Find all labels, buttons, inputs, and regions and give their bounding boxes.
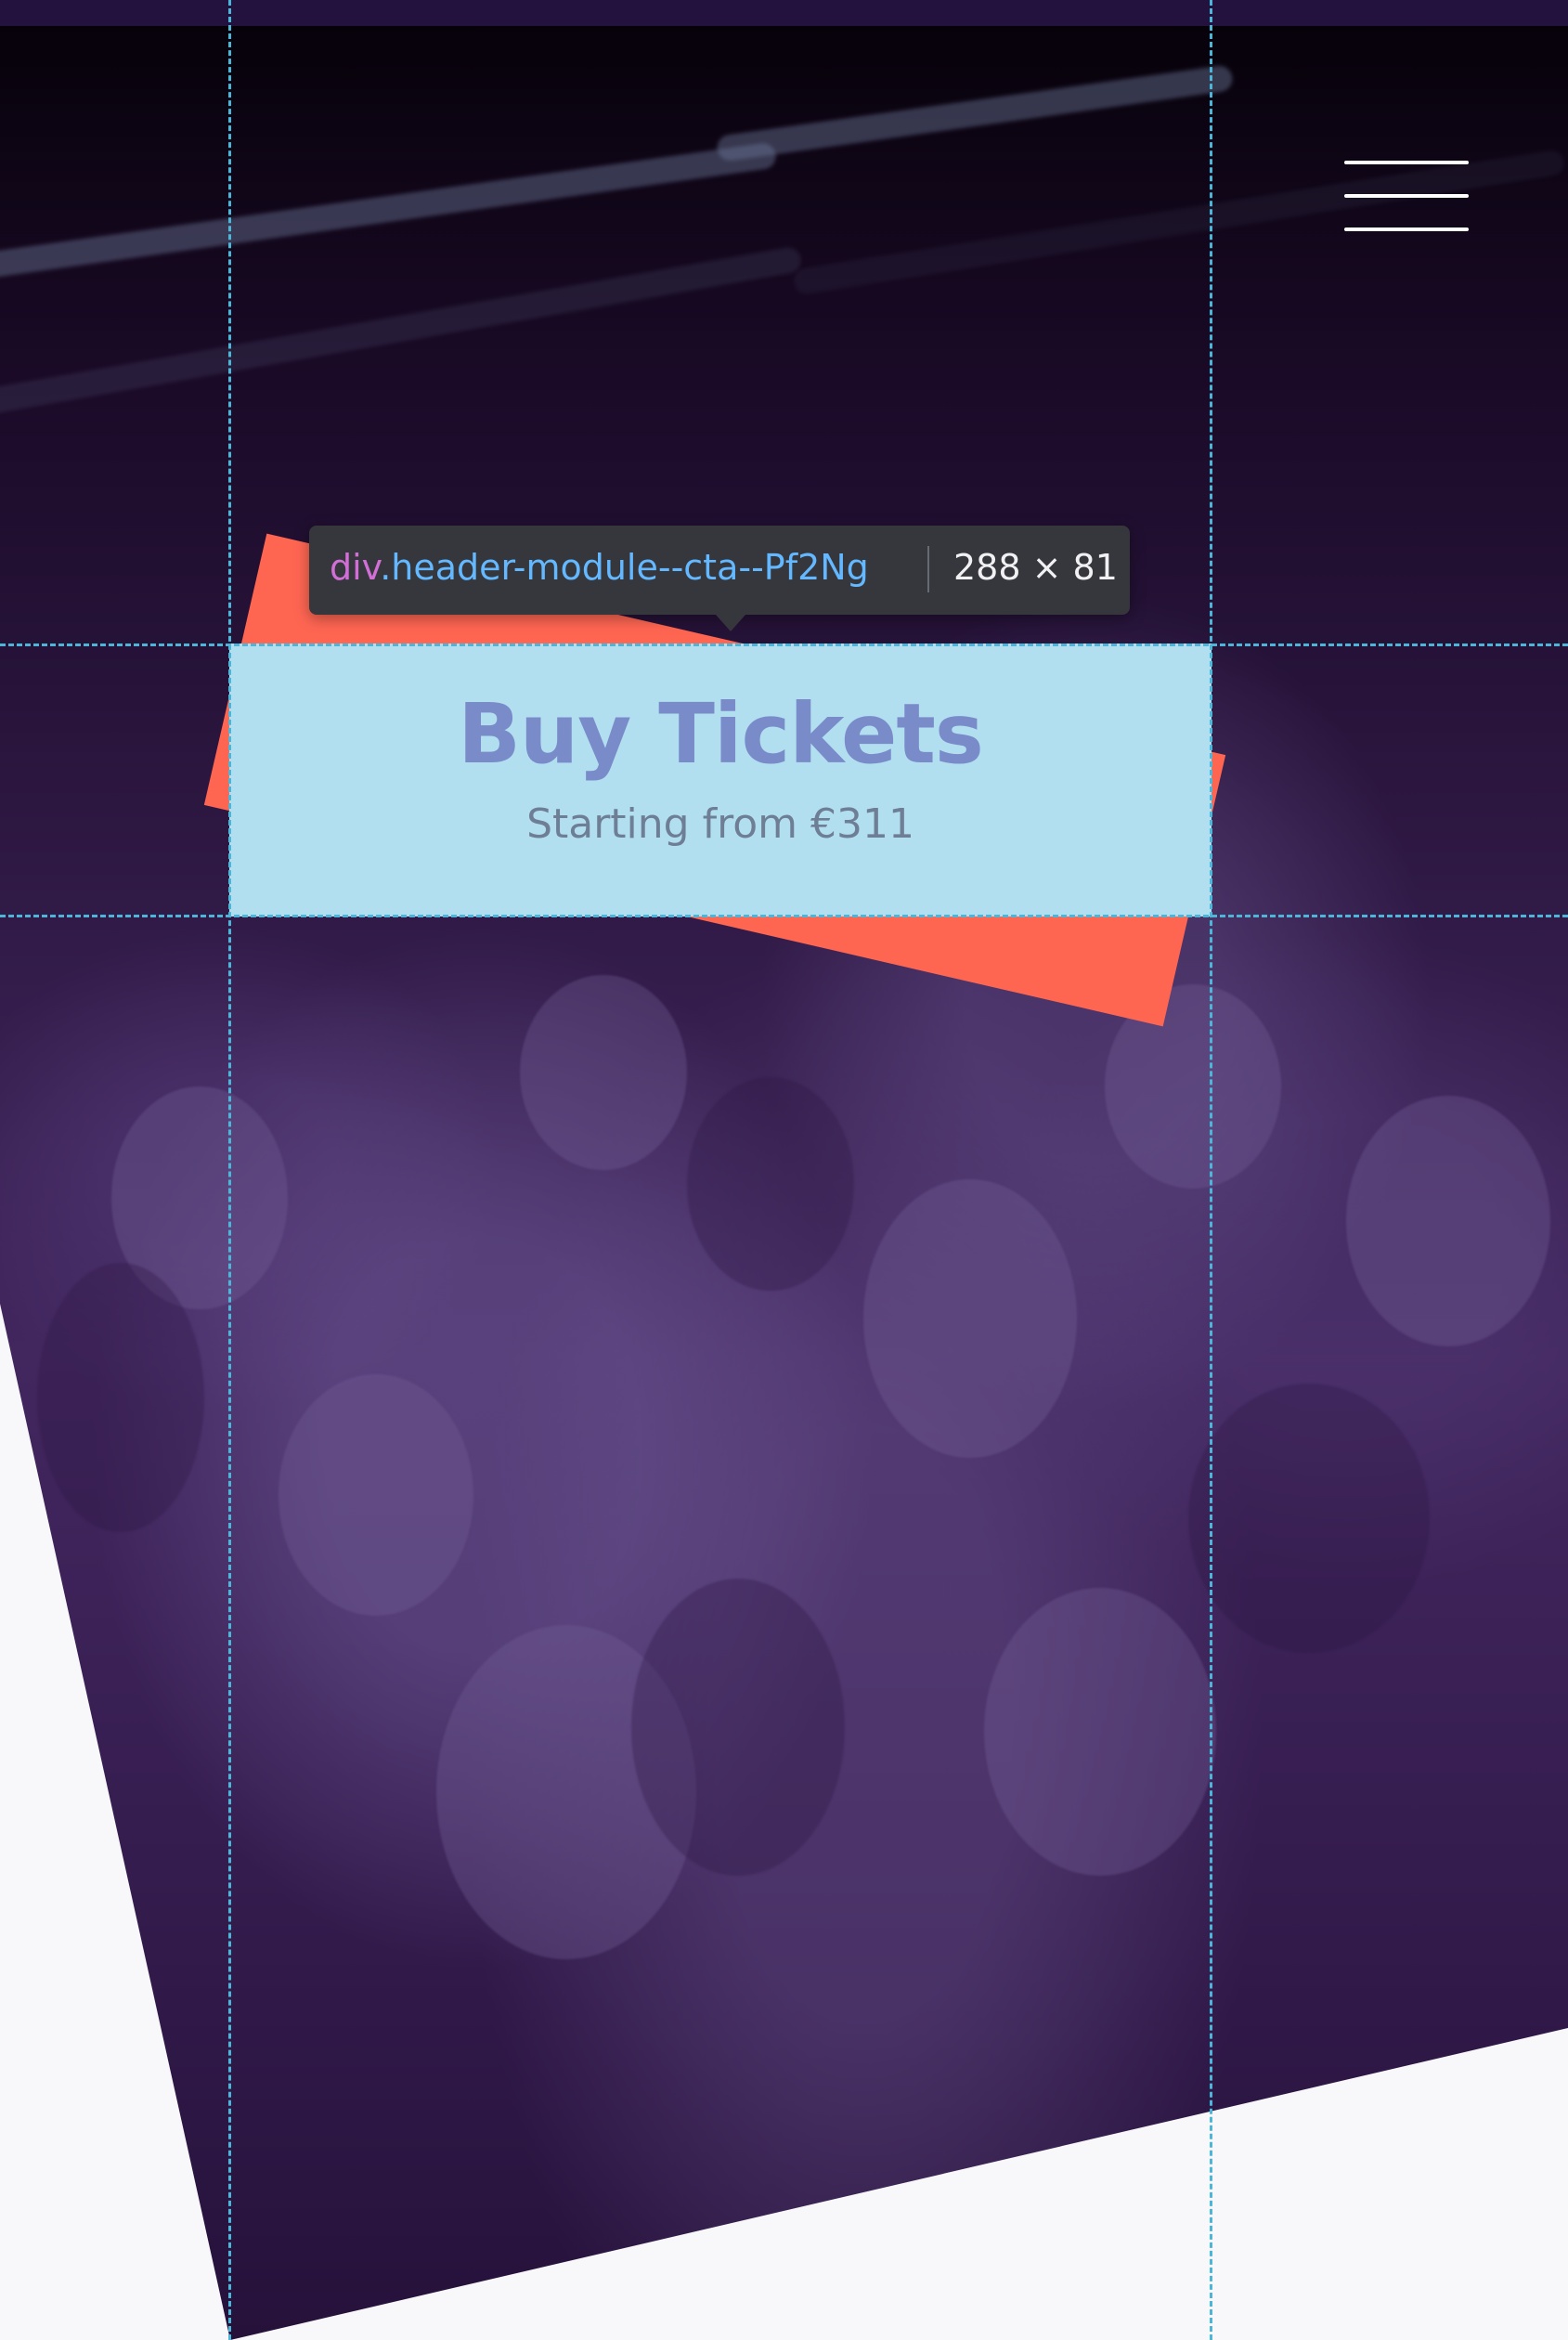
hero-background: [0, 0, 1568, 2340]
devtools-element-tooltip: div.header-module--cta--Pf2Ng 288 × 81: [309, 526, 1130, 631]
crowd-face: [1188, 1384, 1430, 1653]
hamburger-menu-icon: [1344, 228, 1469, 231]
ceiling-light: [0, 245, 803, 431]
menu-button[interactable]: [1344, 161, 1469, 231]
crowd-face: [984, 1588, 1216, 1876]
ceiling-light: [0, 141, 778, 284]
crowd-face: [1346, 1096, 1550, 1346]
tooltip-divider: [927, 546, 929, 592]
tooltip-dimensions: 288 × 81: [953, 547, 1118, 588]
crowd-face: [279, 1374, 473, 1616]
crowd-face: [37, 1263, 204, 1532]
buy-tickets-button[interactable]: Buy Tickets Starting from €311: [229, 644, 1212, 916]
crowd-face: [631, 1579, 845, 1876]
top-bar: [0, 0, 1568, 26]
ceiling-light: [715, 64, 1235, 162]
page-stage: Buy Tickets Starting from €311 div.heade…: [0, 0, 1568, 2340]
hamburger-menu-icon: [1344, 194, 1469, 198]
crowd-face: [687, 1077, 854, 1291]
crowd-face: [863, 1179, 1077, 1458]
tooltip-element-class: .header-module--cta--Pf2Ng: [380, 547, 869, 588]
hamburger-menu-icon: [1344, 161, 1469, 164]
tooltip-element-tag: div: [330, 547, 381, 588]
tooltip-selector: div.header-module--cta--Pf2Ng: [330, 550, 869, 585]
crowd-face: [520, 975, 687, 1170]
cta-subtitle: Starting from €311: [526, 800, 914, 848]
cta-title: Buy Tickets: [458, 685, 984, 782]
